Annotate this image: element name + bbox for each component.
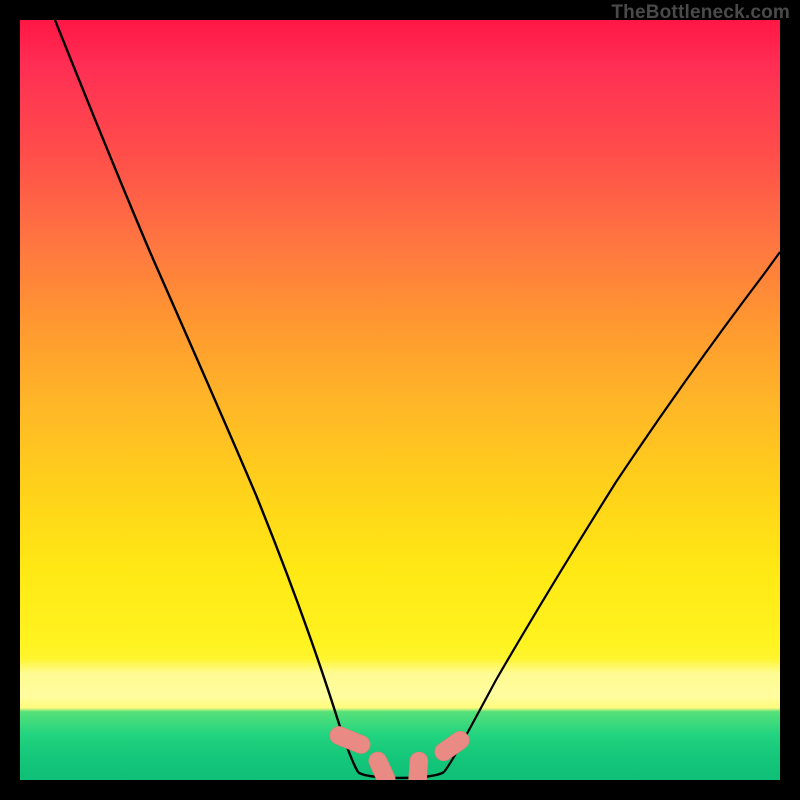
curve-left-branch	[55, 20, 358, 772]
plot-area	[20, 20, 780, 780]
outer-frame: TheBottleneck.com	[0, 0, 800, 800]
curve-right-branch	[444, 252, 780, 772]
bottleneck-curve	[20, 20, 780, 780]
left-marker	[327, 724, 373, 756]
watermark-text: TheBottleneck.com	[611, 2, 790, 24]
curve-valley	[358, 772, 444, 778]
mid-marker-2	[407, 751, 428, 780]
